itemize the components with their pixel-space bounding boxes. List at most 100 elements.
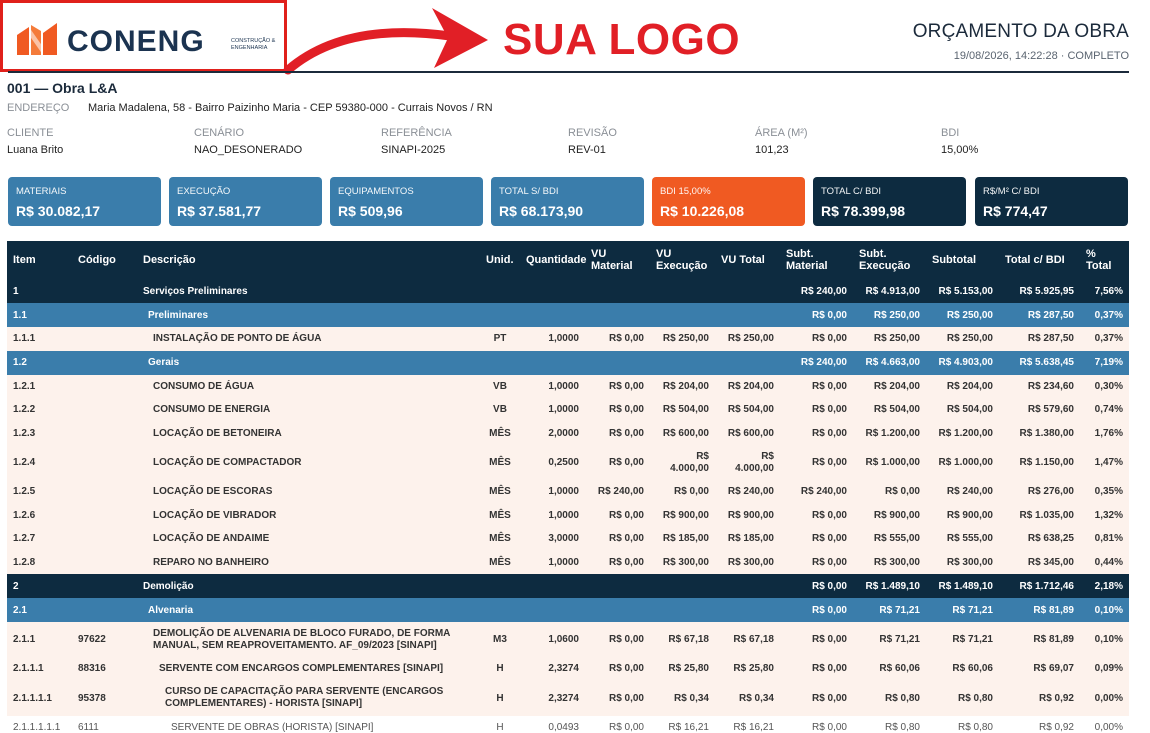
- subt-material-cell: R$ 0,00: [780, 715, 853, 733]
- info-label: REFERÊNCIA: [381, 127, 452, 139]
- info-scenario: CENÁRIO NAO_DESONERADO: [194, 127, 302, 157]
- total-bdi-cell: R$ 287,50: [999, 327, 1080, 351]
- vu-total-cell: R$ 240,00: [715, 480, 780, 504]
- quantity-cell: [520, 598, 585, 622]
- subtotal-cell: R$ 1.200,00: [926, 421, 999, 445]
- col-header-unit: Unid.: [480, 241, 520, 279]
- unit-cell: MÊS: [480, 480, 520, 504]
- address-value: Maria Madalena, 58 - Bairro Paizinho Mar…: [88, 102, 493, 114]
- card-total-with-bdi: TOTAL C/ BDI R$ 78.399,98: [813, 177, 966, 226]
- subt-material-cell: R$ 0,00: [780, 657, 853, 681]
- subtotal-cell: R$ 900,00: [926, 503, 999, 527]
- card-value: R$ 774,47: [983, 203, 1048, 219]
- subt-execution-cell: R$ 1.489,10: [853, 574, 926, 598]
- table-row: 1.2.6 LOCAÇÃO DE VIBRADOR MÊS 1,0000 R$ 0,00…: [7, 503, 1129, 527]
- unit-cell: MÊS: [480, 503, 520, 527]
- vu-execution-cell: R$ 25,80: [650, 657, 715, 681]
- table-row: 1.2.8 REPARO NO BANHEIRO MÊS 1,0000 R$ 0,00 R…: [7, 550, 1129, 574]
- pct-cell: 0,10%: [1080, 622, 1129, 657]
- subt-material-cell: R$ 0,00: [780, 527, 853, 551]
- unit-cell: [480, 574, 520, 598]
- vu-total-cell: R$ 25,80: [715, 657, 780, 681]
- vu-total-cell: [715, 350, 780, 375]
- vu-execution-cell: R$ 600,00: [650, 421, 715, 445]
- item-cell: 2: [7, 574, 72, 598]
- subt-material-cell: R$ 0,00: [780, 550, 853, 574]
- total-bdi-cell: R$ 1.712,46: [999, 574, 1080, 598]
- subt-execution-cell: R$ 555,00: [853, 527, 926, 551]
- subt-execution-cell: R$ 4.663,00: [853, 350, 926, 375]
- pct-cell: 0,81%: [1080, 527, 1129, 551]
- vu-total-cell: R$ 504,00: [715, 398, 780, 422]
- vu-execution-cell: [650, 350, 715, 375]
- subt-material-cell: R$ 240,00: [780, 350, 853, 375]
- pct-cell: 0,00%: [1080, 715, 1129, 733]
- pct-cell: 0,74%: [1080, 398, 1129, 422]
- table-row: 2.1.1.1 88316 SERVENTE COM ENCARGOS COMPLE…: [7, 657, 1129, 681]
- subtotal-cell: R$ 504,00: [926, 398, 999, 422]
- table-header: Item Código Descrição Unid. Quantidade V…: [7, 241, 1129, 279]
- subt-material-cell: R$ 0,00: [780, 374, 853, 398]
- quantity-cell: 1,0000: [520, 327, 585, 351]
- card-bdi: BDI 15,00% R$ 10.226,08: [652, 177, 805, 226]
- vu-total-cell: [715, 303, 780, 327]
- quantity-cell: 0,2500: [520, 445, 585, 480]
- subt-execution-cell: R$ 900,00: [853, 503, 926, 527]
- card-execution: EXECUÇÃO R$ 37.581,77: [169, 177, 322, 226]
- card-value: R$ 68.173,90: [499, 203, 584, 219]
- total-bdi-cell: R$ 1.150,00: [999, 445, 1080, 480]
- pct-cell: 0,00%: [1080, 680, 1129, 716]
- vu-execution-cell: [650, 598, 715, 622]
- description-cell: Serviços Preliminares: [137, 279, 480, 303]
- pct-cell: 1,76%: [1080, 421, 1129, 445]
- pct-cell: 2,18%: [1080, 574, 1129, 598]
- code-cell: [72, 303, 137, 327]
- description-cell: Demolição: [137, 574, 480, 598]
- vu-total-cell: R$ 900,00: [715, 503, 780, 527]
- vu-total-cell: R$ 204,00: [715, 374, 780, 398]
- document-title: ORÇAMENTO DA OBRA: [912, 21, 1129, 42]
- card-label: EXECUÇÃO: [177, 186, 231, 197]
- subtotal-cell: R$ 0,80: [926, 715, 999, 733]
- unit-cell: H: [480, 657, 520, 681]
- card-value: R$ 509,96: [338, 203, 403, 219]
- info-label: ÁREA (M²): [755, 127, 808, 139]
- coneng-logo-icon: [17, 23, 57, 55]
- logo-placeholder-callout: SUA LOGO: [503, 15, 741, 64]
- card-value: R$ 78.399,98: [821, 203, 906, 219]
- item-cell: 2.1.1.1.1: [7, 680, 72, 716]
- card-equipment: EQUIPAMENTOS R$ 509,96: [330, 177, 483, 226]
- col-header-total-bdi: Total c/ BDI: [999, 241, 1080, 279]
- project-title: 001 — Obra L&A: [7, 80, 118, 96]
- code-cell: [72, 398, 137, 422]
- vu-material-cell: [585, 598, 650, 622]
- pct-cell: 0,30%: [1080, 374, 1129, 398]
- description-cell: Alvenaria: [137, 598, 480, 622]
- subtotal-cell: R$ 555,00: [926, 527, 999, 551]
- info-value: Luana Brito: [7, 144, 64, 156]
- pct-cell: 1,47%: [1080, 445, 1129, 480]
- code-cell: [72, 374, 137, 398]
- vu-material-cell: [585, 279, 650, 303]
- vu-execution-cell: R$ 504,00: [650, 398, 715, 422]
- subtotal-cell: R$ 60,06: [926, 657, 999, 681]
- vu-execution-cell: R$ 0,34: [650, 680, 715, 716]
- item-cell: 1.2.5: [7, 480, 72, 504]
- quantity-cell: 2,3274: [520, 680, 585, 716]
- card-label: BDI 15,00%: [660, 186, 711, 197]
- code-cell: [72, 598, 137, 622]
- pct-cell: 0,37%: [1080, 303, 1129, 327]
- subt-material-cell: R$ 0,00: [780, 327, 853, 351]
- code-cell: [72, 527, 137, 551]
- total-bdi-cell: R$ 287,50: [999, 303, 1080, 327]
- code-cell: 6111: [72, 715, 137, 733]
- subt-material-cell: R$ 0,00: [780, 622, 853, 657]
- col-header-item: Item: [7, 241, 72, 279]
- col-header-code: Código: [72, 241, 137, 279]
- quantity-cell: 2,0000: [520, 421, 585, 445]
- code-cell: [72, 445, 137, 480]
- quantity-cell: 0,0493: [520, 715, 585, 733]
- vu-execution-cell: R$ 67,18: [650, 622, 715, 657]
- table-row: 1.2.1 CONSUMO DE ÁGUA VB 1,0000 R$ 0,00 R$ 20…: [7, 374, 1129, 398]
- vu-total-cell: R$ 250,00: [715, 327, 780, 351]
